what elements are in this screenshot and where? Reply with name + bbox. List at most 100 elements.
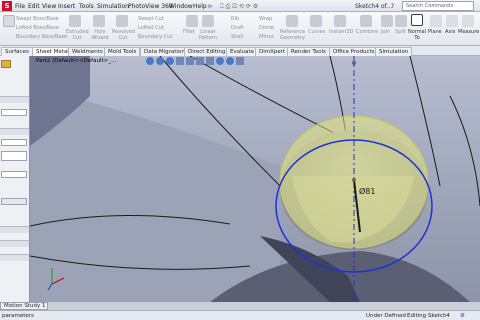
swept-boss-button[interactable]: Swept Boss/Base [16, 16, 59, 22]
boundary-boss-button[interactable]: Boundary Boss/Base [16, 34, 67, 40]
sketch-point[interactable] [352, 178, 356, 182]
window-title: Sketch4 of... [355, 3, 393, 10]
search-input[interactable]: Search Commands [402, 1, 474, 11]
menu-edit[interactable]: Edit [28, 3, 40, 10]
instant3d-button[interactable]: Instant3D [329, 29, 353, 35]
tab-dimxpert[interactable]: DimXpert [255, 47, 290, 56]
split-button[interactable]: Split [395, 29, 406, 35]
tab-render-tools[interactable]: Render Tools [287, 47, 330, 56]
panel-field[interactable] [1, 109, 27, 116]
hole-wizard-icon [93, 15, 105, 27]
zoom-area-icon[interactable] [156, 57, 164, 65]
tab-simulation[interactable]: Simulation [375, 47, 413, 56]
fillet-icon [186, 15, 198, 27]
panel-section-header[interactable] [0, 96, 29, 103]
mirror-button[interactable]: Mirror [259, 34, 274, 40]
reference-geometry-button[interactable]: Reference Geometry [280, 29, 305, 41]
breadcrumb[interactable]: Part2 (Default<<Default>_... [36, 58, 116, 64]
menu-bar: S File Edit View Insert Tools Simulation… [0, 0, 480, 12]
menu-photoview[interactable]: PhotoView 360 [128, 3, 173, 10]
tab-weldments[interactable]: Weldments [68, 47, 107, 56]
panel-section-header[interactable] [0, 128, 29, 135]
previous-view-icon[interactable] [166, 57, 174, 65]
revolved-cut-button[interactable]: Revolved Cut [112, 29, 135, 41]
instant3d-icon [334, 15, 346, 27]
units-icon[interactable]: ⚙ [460, 313, 465, 319]
display-style-icon[interactable] [196, 57, 204, 65]
heads-up-view-toolbar [146, 57, 276, 67]
tab-data-migration[interactable]: Data Migration [140, 47, 189, 56]
scene-icon[interactable] [226, 57, 234, 65]
linear-pattern-button[interactable]: Linear Pattern [198, 29, 218, 41]
revolved-cut-icon [116, 15, 128, 27]
curves-button[interactable]: Curves [308, 29, 325, 35]
help-icon[interactable]: ? [391, 3, 394, 10]
zoom-to-fit-icon[interactable] [146, 57, 154, 65]
view-orientation-icon[interactable] [186, 57, 194, 65]
menu-tools[interactable]: Tools [79, 3, 94, 10]
status-definition: Under Defined [366, 313, 406, 319]
rib-button[interactable]: Rib [231, 16, 239, 22]
view-settings-icon[interactable] [236, 57, 244, 65]
tab-mold-tools[interactable]: Mold Tools [104, 47, 141, 56]
tab-motion-study[interactable]: Motion Study 1 [0, 302, 48, 310]
panel-field-disabled [1, 198, 27, 205]
tab-office-products[interactable]: Office Products [329, 47, 379, 56]
normal-to-button[interactable]: Normal To [407, 29, 427, 41]
panel-list[interactable] [1, 151, 27, 161]
section-view-icon[interactable] [176, 57, 184, 65]
swept-cut-button[interactable]: Swept Cut [138, 16, 164, 22]
plane-button[interactable]: Plane [428, 29, 442, 35]
hole-wizard-button[interactable]: Hole Wizard [90, 29, 110, 41]
feature-manager-icon[interactable] [1, 60, 11, 68]
plane-icon [430, 15, 442, 27]
wrap-button[interactable]: Wrap [259, 16, 272, 22]
sketch-endpoint[interactable] [352, 61, 356, 65]
tab-surfaces[interactable]: Surfaces [1, 47, 33, 56]
panel-field[interactable] [1, 171, 27, 178]
draft-button[interactable]: Draft [231, 25, 244, 31]
command-ribbon: Swept Boss/Base Lofted Boss/Base Boundar… [0, 12, 480, 46]
panel-field[interactable] [1, 139, 27, 146]
status-bar: parameters Under Defined Editing Sketch4… [0, 310, 480, 320]
lofted-boss-button[interactable]: Lofted Boss/Base [16, 25, 59, 31]
dome-button[interactable]: Dome [259, 25, 274, 31]
join-icon [381, 15, 393, 27]
appearance-icon[interactable] [216, 57, 224, 65]
lofted-cut-button[interactable]: Lofted Cut [138, 25, 164, 31]
split-icon [395, 15, 407, 27]
panel-section-header[interactable] [0, 254, 29, 261]
axis-icon [446, 15, 458, 27]
tab-direct-editing[interactable]: Direct Editing [184, 47, 230, 56]
menu-file[interactable]: File [15, 3, 25, 10]
join-button[interactable]: Join [381, 29, 390, 35]
command-tabs: Surfaces Sheet Metal Weldments Mold Tool… [0, 46, 480, 56]
dimension-label[interactable]: Ø81 [359, 186, 375, 196]
menu-insert[interactable]: Insert [58, 3, 75, 10]
app-logo[interactable]: S [2, 1, 12, 11]
tab-sheet-metal[interactable]: Sheet Metal [32, 47, 73, 56]
status-left-text: parameters [2, 313, 34, 319]
tab-evaluate[interactable]: Evaluate [226, 47, 259, 56]
graphics-viewport[interactable]: Ø81 [30, 56, 480, 302]
measure-icon [462, 15, 474, 27]
panel-section-header[interactable] [0, 226, 29, 233]
hide-show-icon[interactable] [206, 57, 214, 65]
panel-section-header[interactable] [0, 240, 29, 247]
swept-boss-icon [3, 15, 15, 27]
menu-window[interactable]: Window [169, 3, 193, 10]
menu-simulation[interactable]: Simulation [97, 3, 129, 10]
axis-button[interactable]: Axis [445, 29, 455, 35]
quick-access-toolbar[interactable]: ⎕ ⎙ ⎚ ⟲ ⟳ ⚙ [220, 3, 258, 11]
menu-view[interactable]: View [42, 3, 56, 10]
combine-button[interactable]: Combine [356, 29, 378, 35]
curves-icon [310, 15, 322, 27]
fillet-button[interactable]: Fillet [183, 29, 195, 35]
pin-icon[interactable]: ⊳ [208, 3, 213, 10]
measure-button[interactable]: Measure [458, 29, 479, 35]
shell-button[interactable]: Shell [231, 34, 243, 40]
menu-help[interactable]: Help [193, 3, 207, 10]
extruded-cut-icon [69, 15, 81, 27]
extruded-cut-button[interactable]: Extruded Cut [66, 29, 89, 41]
boundary-cut-button[interactable]: Boundary Cut [138, 34, 172, 40]
